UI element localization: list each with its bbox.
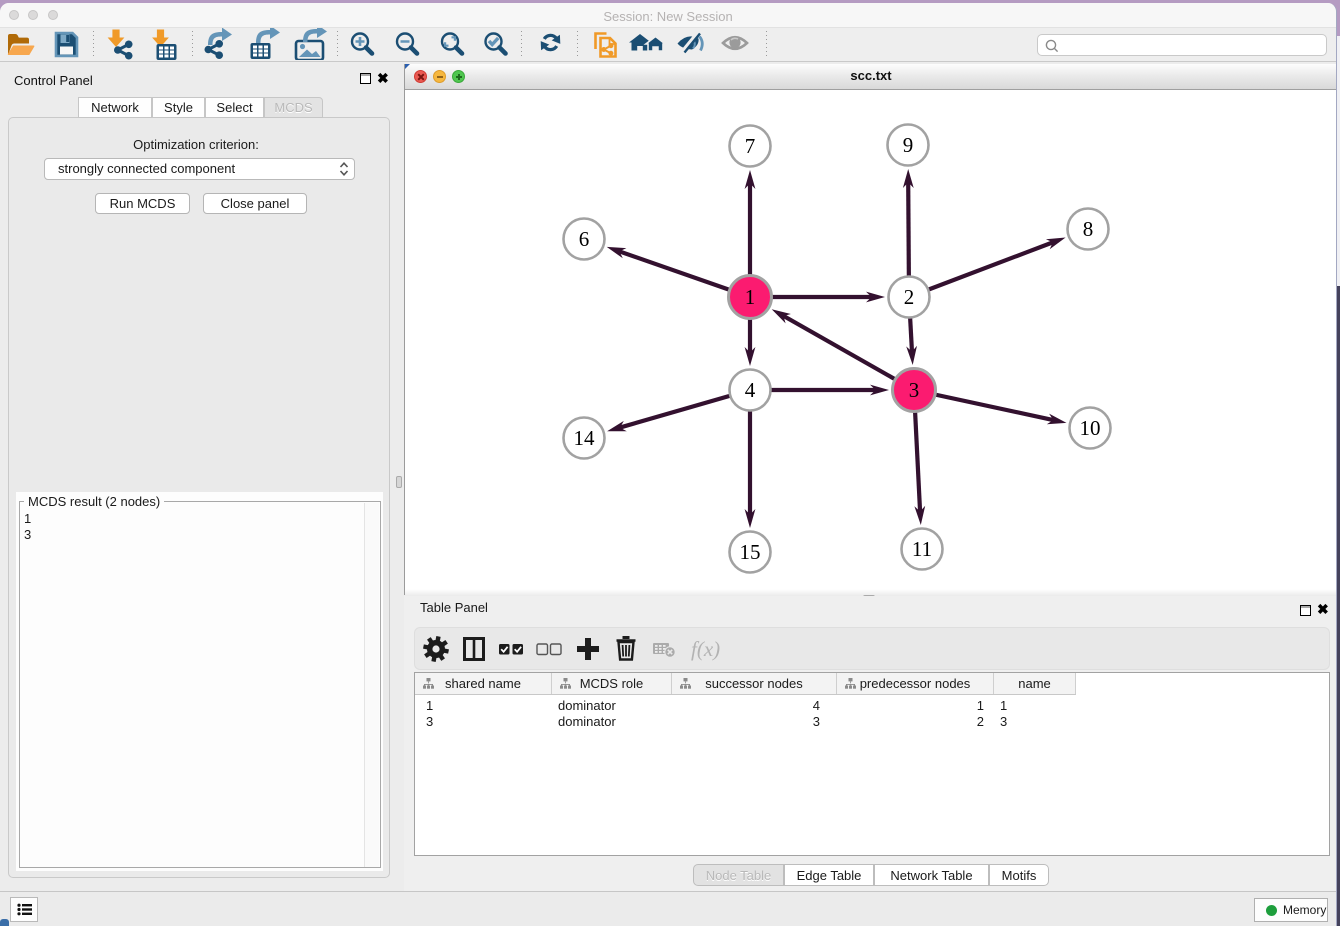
svg-text:2: 2	[904, 285, 915, 309]
svg-text:11: 11	[912, 537, 932, 561]
svg-text:15: 15	[740, 540, 761, 564]
svg-text:3: 3	[909, 378, 920, 402]
svg-text:1: 1	[745, 285, 756, 309]
svg-text:f(x): f(x)	[691, 637, 720, 661]
svg-text:8: 8	[1083, 217, 1094, 241]
svg-text:4: 4	[745, 378, 756, 402]
svg-text:6: 6	[579, 227, 590, 251]
svg-text:10: 10	[1080, 416, 1101, 440]
svg-text:9: 9	[903, 133, 914, 157]
svg-text:14: 14	[574, 426, 596, 450]
svg-text:7: 7	[745, 134, 756, 158]
